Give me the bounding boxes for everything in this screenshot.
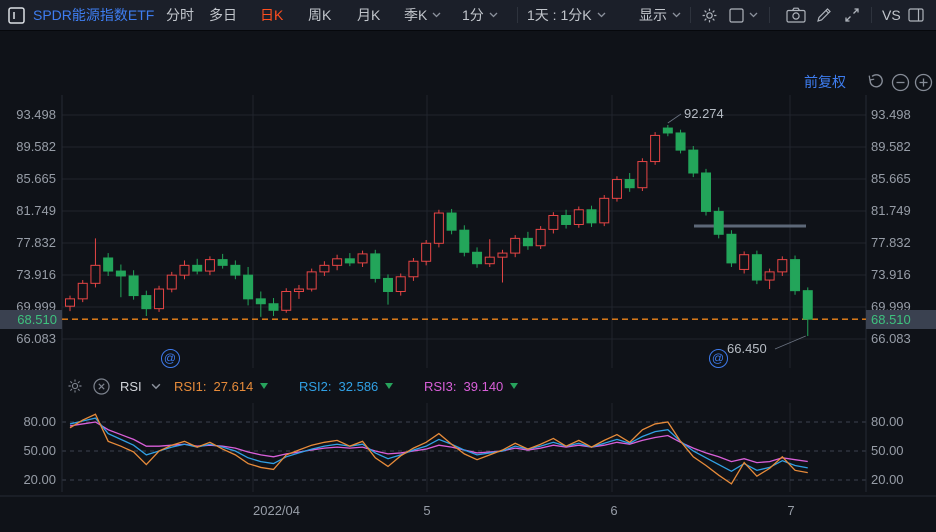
rsi-indicator-name[interactable]: RSI <box>120 374 142 398</box>
x-axis-label: 2022/04 <box>253 503 300 518</box>
display-menu-label: 显示 <box>639 5 667 25</box>
y-axis-label: 73.916 <box>871 267 911 283</box>
tab-minute-period[interactable]: 1分 <box>462 0 498 30</box>
y-axis-label: 89.582 <box>0 139 56 155</box>
tab-quarterly-k-label: 季K <box>404 5 427 25</box>
current-price-label-right: 68.510 <box>866 310 936 329</box>
y-axis-label: 93.498 <box>871 107 911 123</box>
toolbar-divider <box>690 7 691 23</box>
x-axis-label: 7 <box>787 503 794 518</box>
zoom-out-icon[interactable] <box>890 72 910 92</box>
chevron-down-icon <box>432 12 441 18</box>
x-axis-label: 6 <box>610 503 617 518</box>
linked-period-selector[interactable]: 1天 : 1分K <box>527 0 606 30</box>
y-axis-label: 77.832 <box>871 235 911 251</box>
adjust-mode-selector[interactable]: 前复权 <box>804 72 846 92</box>
rsi3-value: 39.140 <box>464 379 504 394</box>
toolbar-divider <box>871 7 872 23</box>
rsi-axis-label: 50.00 <box>871 443 904 459</box>
symbol-title[interactable]: SPDR能源指数ETF <box>33 0 154 30</box>
undo-icon[interactable] <box>864 72 884 92</box>
fullscreen-expand-icon[interactable] <box>844 0 860 30</box>
rsi-axis-label: 80.00 <box>0 414 56 430</box>
rsi-axis-label: 20.00 <box>0 472 56 488</box>
rsi3-readout: RSI3: 39.140 <box>424 374 518 398</box>
top-toolbar: SPDR能源指数ETF 分时 多日 日K 周K 月K 季K 1分 1天 : 1分… <box>0 0 936 31</box>
tab-monthly-k[interactable]: 月K <box>357 0 380 30</box>
y-axis-label: 81.749 <box>0 203 56 219</box>
rsi3-label: RSI3: <box>424 379 457 394</box>
triangle-down-icon <box>385 383 393 389</box>
y-axis-label: 73.916 <box>0 267 56 283</box>
linked-period-label: 1天 : 1分K <box>527 5 592 25</box>
triangle-down-icon <box>260 383 268 389</box>
chart-plot-area[interactable] <box>62 95 866 368</box>
settings-gear-icon[interactable] <box>701 0 718 30</box>
y-axis-label: 77.832 <box>0 235 56 251</box>
y-axis-label: 66.083 <box>871 331 911 347</box>
y-axis-label: 85.665 <box>0 171 56 187</box>
tab-weekly-k[interactable]: 周K <box>308 0 331 30</box>
rsi-axis-label: 80.00 <box>871 414 904 430</box>
tab-intraday[interactable]: 分时 <box>166 0 194 30</box>
chart-layout-icon[interactable] <box>729 0 758 30</box>
chevron-down-icon <box>597 12 606 18</box>
zoom-in-icon[interactable] <box>913 72 933 92</box>
rsi1-value: 27.614 <box>214 379 254 394</box>
chevron-down-icon <box>672 12 681 18</box>
tab-quarterly-k[interactable]: 季K <box>404 0 441 30</box>
chevron-down-icon[interactable] <box>151 374 161 398</box>
y-axis-label: 81.749 <box>871 203 911 219</box>
tab-multiday[interactable]: 多日 <box>209 0 237 30</box>
y-axis-label: 93.498 <box>0 107 56 123</box>
y-axis-label: 89.582 <box>871 139 911 155</box>
event-marker-icon[interactable]: @ <box>709 349 728 368</box>
triangle-down-icon <box>510 383 518 389</box>
rsi-axis-label: 50.00 <box>0 443 56 459</box>
current-price-label-left: 68.510 <box>0 310 62 329</box>
event-marker-icon[interactable]: @ <box>161 349 180 368</box>
chevron-down-icon <box>749 12 758 18</box>
tab-daily-k[interactable]: 日K <box>260 0 283 30</box>
rsi-settings-gear-icon[interactable] <box>67 374 83 398</box>
rsi1-label: RSI1: <box>174 379 207 394</box>
vs-compare-button[interactable]: VS <box>882 0 901 30</box>
pencil-draw-icon[interactable] <box>816 0 832 30</box>
low-price-annotation: 66.450 <box>727 341 767 356</box>
high-price-annotation: 92.274 <box>684 106 724 121</box>
x-axis-label: 5 <box>423 503 430 518</box>
side-panel-toggle-icon[interactable] <box>908 0 924 30</box>
rsi1-readout: RSI1: 27.614 <box>174 374 268 398</box>
rsi2-label: RSI2: <box>299 379 332 394</box>
rsi-close-icon[interactable] <box>93 374 110 398</box>
toolbar-divider <box>769 7 770 23</box>
display-menu[interactable]: 显示 <box>639 0 681 30</box>
tab-minute-period-label: 1分 <box>462 5 484 25</box>
window-layout-icon[interactable] <box>8 0 25 30</box>
y-axis-label: 85.665 <box>871 171 911 187</box>
rsi2-readout: RSI2: 32.586 <box>299 374 393 398</box>
camera-screenshot-icon[interactable] <box>786 0 806 30</box>
toolbar-divider <box>517 7 518 23</box>
y-axis-label: 66.083 <box>0 331 56 347</box>
rsi2-value: 32.586 <box>339 379 379 394</box>
rsi-axis-label: 20.00 <box>871 472 904 488</box>
chevron-down-icon <box>489 12 498 18</box>
